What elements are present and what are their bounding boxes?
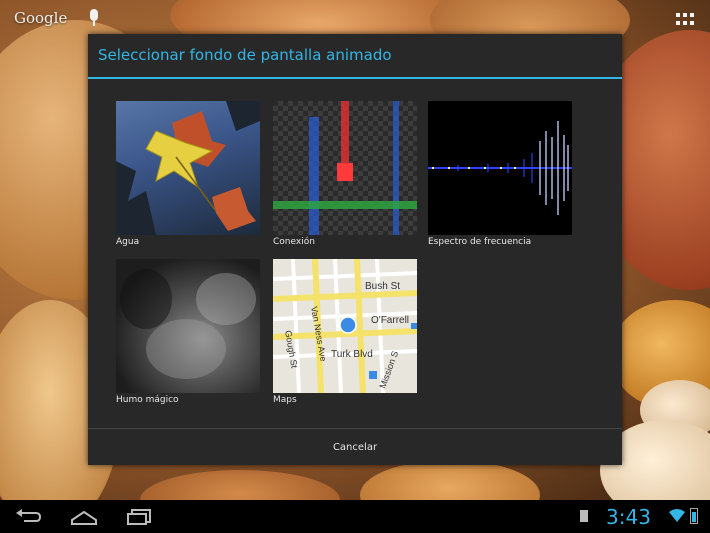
wallpaper-item-agua[interactable]: Agua xyxy=(116,101,260,247)
wallpaper-label: Agua xyxy=(116,237,140,247)
wallpaper-label: Conexión xyxy=(273,237,315,247)
wallpaper-label: Maps xyxy=(273,395,297,405)
battery-icon xyxy=(690,508,698,524)
wifi-icon xyxy=(669,509,685,522)
maps-thumbnail: Bush St O'Farrell Turk Blvd Van Ness Ave… xyxy=(273,259,417,393)
status-clock[interactable]: 3:43 xyxy=(606,505,651,529)
home-icon[interactable] xyxy=(70,508,98,526)
cancel-button[interactable]: Cancelar xyxy=(88,429,622,465)
top-bar: Google xyxy=(0,0,710,36)
google-search-button[interactable]: Google xyxy=(14,9,67,27)
map-street-label: Bush St xyxy=(365,281,400,292)
wallpaper-label: Humo mágico xyxy=(116,395,179,405)
live-wallpaper-dialog: Seleccionar fondo de pantalla animado Ag… xyxy=(88,34,622,465)
conexion-thumbnail xyxy=(273,101,417,235)
wallpaper-item-conexion[interactable]: Conexión xyxy=(273,101,417,247)
espectro-thumbnail xyxy=(428,101,572,235)
all-apps-icon[interactable] xyxy=(676,13,694,25)
map-street-label: O'Farrell xyxy=(371,315,409,326)
agua-thumbnail xyxy=(116,101,260,235)
wallpaper-item-humo-magico[interactable]: Humo mágico xyxy=(116,259,260,405)
wallpaper-item-maps[interactable]: Bush St O'Farrell Turk Blvd Van Ness Ave… xyxy=(273,259,417,405)
sim-card-icon xyxy=(580,510,588,522)
title-divider xyxy=(88,77,622,79)
wallpaper-label: Espectro de frecuencia xyxy=(428,237,532,247)
map-street-label: Turk Blvd xyxy=(331,349,373,360)
wallpaper-item-espectro[interactable]: Espectro de frecuencia xyxy=(428,101,572,247)
humo-magico-thumbnail xyxy=(116,259,260,393)
system-navigation-bar: 3:43 xyxy=(0,500,710,533)
dialog-title: Seleccionar fondo de pantalla animado xyxy=(98,46,392,64)
back-icon[interactable] xyxy=(14,508,42,526)
recent-apps-icon[interactable] xyxy=(126,508,152,526)
